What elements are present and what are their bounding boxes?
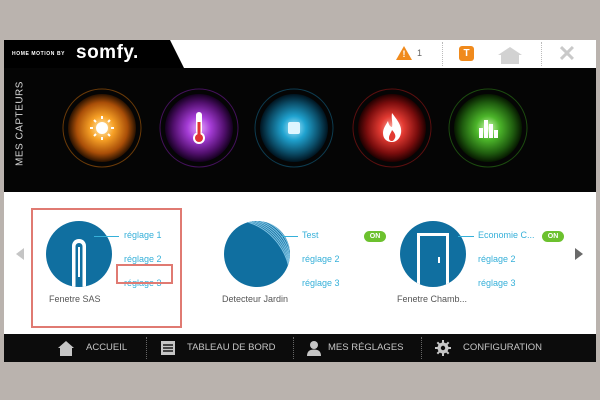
previous-arrow-icon[interactable] — [16, 248, 24, 260]
status-badge-on: ON — [542, 231, 564, 242]
device-link-economie[interactable]: Economie C... — [478, 230, 535, 240]
generic-sensor-button[interactable] — [254, 88, 334, 168]
device-link-test[interactable]: Test — [302, 230, 319, 240]
home-icon — [58, 341, 74, 356]
temperature-sensor-button[interactable] — [159, 88, 239, 168]
sun-sensor-button[interactable] — [62, 88, 142, 168]
divider — [442, 42, 443, 66]
sensors-title: MES CAPTEURS — [14, 81, 26, 166]
nav-tableau-de-bord[interactable]: TABLEAU DE BORD — [158, 334, 294, 362]
highlight-frame-setting — [116, 264, 173, 284]
device-name: Fenetre Chamb... — [397, 294, 468, 304]
bar-chart-icon — [448, 88, 528, 168]
fire-sensor-button[interactable] — [352, 88, 432, 168]
motion-detector-icon — [224, 221, 290, 287]
nav-accueil[interactable]: ACCUEIL — [56, 334, 142, 362]
divider — [293, 337, 294, 359]
thermometer-icon — [159, 88, 239, 168]
door-window-device-icon — [400, 221, 466, 287]
device-card-detecteur-jardin[interactable]: Test ON réglage 2 réglage 3 Detecteur Ja… — [214, 192, 394, 334]
user-badge[interactable]: T — [459, 46, 474, 61]
nav-label: MES RÉGLAGES — [328, 342, 404, 353]
dashboard-icon — [161, 341, 175, 355]
divider — [146, 337, 147, 359]
next-arrow-icon[interactable] — [575, 248, 583, 260]
top-bar: HOME MOTION BY somfy. ! 1 T ✕ — [4, 40, 596, 68]
device-link-reglage-2[interactable]: réglage 2 — [478, 254, 516, 264]
connector-line — [458, 236, 474, 237]
nav-label: CONFIGURATION — [463, 342, 542, 353]
warning-mark: ! — [402, 49, 406, 59]
device-name: Detecteur Jardin — [222, 294, 289, 304]
sun-icon — [62, 88, 142, 168]
divider — [541, 42, 542, 66]
devices-panel: réglage 1 réglage 2 réglage 3 Fenetre SA… — [4, 192, 596, 334]
user-icon — [307, 341, 321, 356]
gear-icon — [435, 340, 451, 356]
connector-line — [282, 236, 298, 237]
house-icon[interactable] — [495, 46, 525, 64]
nav-configuration[interactable]: CONFIGURATION — [435, 334, 565, 362]
nav-label: ACCUEIL — [86, 342, 128, 353]
device-link-reglage-3[interactable]: réglage 3 — [302, 278, 340, 288]
nav-label: TABLEAU DE BORD — [187, 342, 276, 353]
bottom-nav: ACCUEIL TABLEAU DE BORD MES RÉGLAGES CON… — [4, 334, 596, 362]
consumption-sensor-button[interactable] — [448, 88, 528, 168]
alert-button[interactable]: ! 1 — [396, 46, 430, 63]
nav-mes-reglages[interactable]: MES RÉGLAGES — [304, 334, 414, 362]
app-window: HOME MOTION BY somfy. ! 1 T ✕ MES CAPTEU… — [4, 40, 596, 362]
close-icon[interactable]: ✕ — [556, 43, 578, 65]
square-icon — [254, 88, 334, 168]
device-link-reglage-2[interactable]: réglage 2 — [302, 254, 340, 264]
divider — [421, 337, 422, 359]
somfy-logo: somfy. — [76, 42, 139, 63]
brand-prefix: HOME MOTION BY — [12, 51, 66, 57]
brand-bar: HOME MOTION BY somfy. — [4, 40, 184, 68]
device-link-reglage-3[interactable]: réglage 3 — [478, 278, 516, 288]
status-badge-on: ON — [364, 231, 386, 242]
alert-count: 1 — [417, 48, 423, 58]
sensor-strip: MES CAPTEURS — [4, 68, 596, 230]
flame-icon — [352, 88, 432, 168]
device-card-fenetre-chambre[interactable]: Economie C... ON réglage 2 réglage 3 Fen… — [390, 192, 570, 334]
